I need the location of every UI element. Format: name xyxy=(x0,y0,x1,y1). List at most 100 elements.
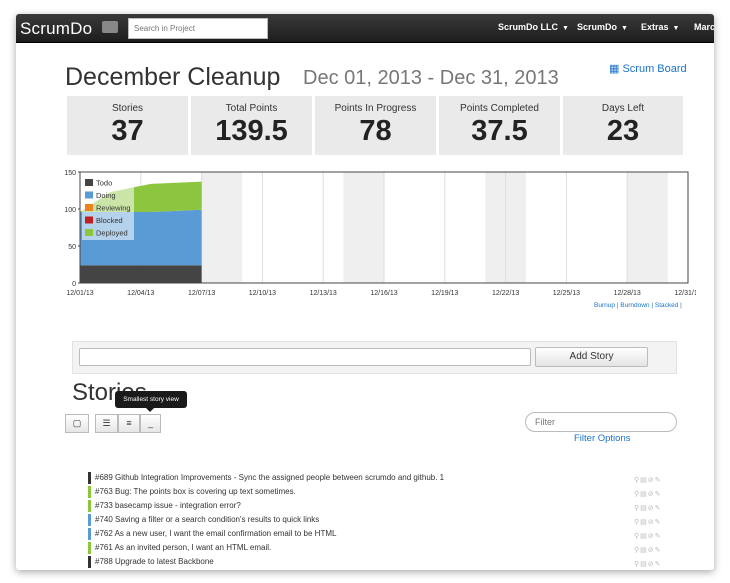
nav-project-menu[interactable]: ScrumDo ▼ xyxy=(577,22,628,32)
logo[interactable]: ScrumDo xyxy=(20,19,92,39)
filter-options-link[interactable]: Filter Options xyxy=(574,433,631,444)
story-status-bar xyxy=(88,472,91,484)
x-tick-label: 12/19/13 xyxy=(431,290,458,297)
underscore-icon: _ xyxy=(147,418,153,428)
grid-icon: ▦ xyxy=(609,63,620,75)
add-story-button[interactable]: Add Story xyxy=(535,347,648,367)
y-tick-label: 100 xyxy=(64,207,76,214)
stat-total-points: Total Points 139.5 xyxy=(191,96,312,155)
square-icon: ▢ xyxy=(72,418,82,428)
iteration-dates: Dec 01, 2013 - Dec 31, 2013 xyxy=(303,67,559,89)
x-tick-label: 12/22/13 xyxy=(492,290,519,297)
y-tick-label: 50 xyxy=(68,244,76,251)
story-status-bar xyxy=(88,486,91,498)
legend-label: Todo xyxy=(96,179,112,188)
stat-label: Points In Progress xyxy=(334,103,417,114)
chart-links: Burnup | Burndown | Stacked | xyxy=(594,302,682,309)
x-tick-label: 12/31/13 xyxy=(674,290,696,297)
stats-panel: Stories 37 Total Points 139.5 Points In Pr… xyxy=(67,96,683,155)
nav-extras-label: Extras xyxy=(641,22,669,32)
nav-user-label: Marc xyxy=(694,22,714,32)
chevron-down-icon: ▼ xyxy=(562,25,569,32)
story-action-icons[interactable]: ⚲▤⊘✎ xyxy=(634,558,661,570)
chat-icon[interactable] xyxy=(102,21,118,33)
x-tick-label: 12/04/13 xyxy=(127,290,154,297)
x-tick-label: 12/25/13 xyxy=(553,290,580,297)
scrum-board-label: Scrum Board xyxy=(622,63,687,75)
x-tick-label: 12/13/13 xyxy=(310,290,337,297)
story-row[interactable]: #788 Upgrade to latest Backbone ⚲▤⊘✎ xyxy=(88,555,688,569)
stat-label: Points Completed xyxy=(460,103,539,114)
page-title: December Cleanup xyxy=(65,63,281,91)
legend-swatch xyxy=(85,229,93,236)
tooltip: Smallest story view xyxy=(115,391,187,412)
stat-value: 37.5 xyxy=(471,115,528,147)
story-row[interactable]: #763 Bug: The points box is covering up … xyxy=(88,485,688,499)
add-story-panel: Add Story xyxy=(72,341,677,374)
x-tick-label: 12/01/13 xyxy=(66,290,93,297)
burnup-link[interactable]: Burnup xyxy=(594,302,615,309)
story-status-bar xyxy=(88,542,91,554)
burndown-link[interactable]: Burndown xyxy=(620,302,649,309)
nav-extras-menu[interactable]: Extras ▼ xyxy=(641,22,679,32)
legend-swatch xyxy=(85,191,93,199)
story-summary-input[interactable] xyxy=(79,348,531,366)
story-summary[interactable]: #762 As a new user, I want the email con… xyxy=(95,527,336,541)
stat-value: 23 xyxy=(606,115,640,147)
stat-value: 37 xyxy=(111,115,144,147)
app-window: ScrumDo ScrumDo LLC▼ ScrumDo▼ Extras▼ Ma… xyxy=(16,14,714,570)
story-summary[interactable]: #689 Github Integration Improvements - S… xyxy=(95,471,444,485)
story-summary[interactable]: #733 basecamp issue - integration error? xyxy=(95,499,241,513)
stat-label: Stories xyxy=(111,103,144,114)
list-icon: ☰ xyxy=(102,418,111,428)
search-input[interactable] xyxy=(128,18,268,39)
stacked-link[interactable]: Stacked xyxy=(655,302,679,309)
smallest-view-button[interactable]: _ xyxy=(140,414,161,433)
story-row[interactable]: #761 As an invited person, I want an HTM… xyxy=(88,541,688,555)
story-summary[interactable]: #761 As an invited person, I want an HTM… xyxy=(95,541,271,555)
top-navbar: ScrumDo ScrumDo LLC▼ ScrumDo▼ Extras▼ Ma… xyxy=(16,14,714,43)
stat-days-left: Days Left 23 xyxy=(563,96,683,155)
filter-input[interactable] xyxy=(525,412,677,432)
nav-user-menu[interactable]: Marc xyxy=(694,22,714,32)
legend-swatch xyxy=(85,216,93,224)
scrum-board-link[interactable]: ▦ Scrum Board xyxy=(609,62,687,75)
story-row[interactable]: #740 Saving a filter or a search conditi… xyxy=(88,513,688,527)
stat-points-completed: Points Completed 37.5 xyxy=(439,96,560,155)
legend-label: Reviewing xyxy=(96,204,131,213)
nav-org-label: ScrumDo LLC xyxy=(498,22,559,32)
story-row[interactable]: #762 As a new user, I want the email con… xyxy=(88,527,688,541)
story-row[interactable]: #689 Github Integration Improvements - S… xyxy=(88,471,688,485)
legend-swatch xyxy=(85,179,93,186)
nav-project-label: ScrumDo xyxy=(577,22,618,32)
stat-label: Days Left xyxy=(601,103,645,114)
compact-view-button[interactable]: ≡ xyxy=(118,414,140,433)
weekend-band xyxy=(343,172,384,283)
story-summary[interactable]: #763 Bug: The points box is covering up … xyxy=(95,485,296,499)
story-status-bar xyxy=(88,556,91,568)
large-view-button[interactable]: ▢ xyxy=(65,414,89,433)
stat-value: 139.5 xyxy=(215,115,288,147)
compact-icon: ≡ xyxy=(126,418,132,428)
stat-stories: Stories 37 xyxy=(67,96,188,155)
story-status-bar xyxy=(88,500,91,512)
legend-label: Deployed xyxy=(96,229,128,238)
x-tick-label: 12/07/13 xyxy=(188,290,215,297)
x-tick-label: 12/10/13 xyxy=(249,290,276,297)
legend-label: Doing xyxy=(96,191,116,200)
stat-value: 78 xyxy=(359,115,392,147)
weekend-band xyxy=(201,172,243,283)
x-tick-label: 12/28/13 xyxy=(614,290,641,297)
stat-points-in-progress: Points In Progress 78 xyxy=(315,96,436,155)
area-todo xyxy=(80,265,202,283)
story-status-bar xyxy=(88,514,91,526)
story-row[interactable]: #733 basecamp issue - integration error?… xyxy=(88,499,688,513)
nav-org-menu[interactable]: ScrumDo LLC ▼ xyxy=(498,22,569,32)
burnup-chart: 0 50 100 150 12/01/13 12/04/13 12/07/13 12/10/1… xyxy=(64,170,696,297)
list-view-button[interactable]: ☰ xyxy=(95,414,118,433)
y-tick-label: 0 xyxy=(72,281,76,288)
story-list: #689 Github Integration Improvements - S… xyxy=(88,471,688,569)
story-summary[interactable]: #740 Saving a filter or a search conditi… xyxy=(95,513,319,527)
story-summary[interactable]: #788 Upgrade to latest Backbone xyxy=(95,555,214,569)
x-tick-label: 12/16/13 xyxy=(370,290,397,297)
